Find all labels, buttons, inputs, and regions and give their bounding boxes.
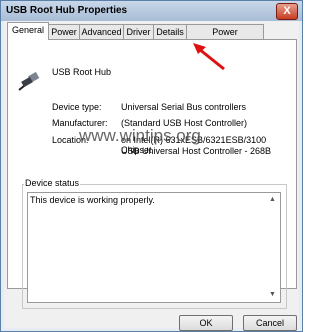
scroll-down-arrow-icon[interactable]: ▼ xyxy=(267,290,278,300)
tab-general[interactable]: General xyxy=(7,22,49,40)
cancel-button[interactable]: Cancel xyxy=(243,315,297,331)
annotation-arrow-icon xyxy=(193,43,225,71)
title-bar[interactable]: USB Root Hub Properties X xyxy=(1,1,302,21)
scroll-up-arrow-icon[interactable]: ▲ xyxy=(267,195,278,205)
device-type-value: Universal Serial Bus controllers xyxy=(121,102,247,112)
properties-dialog: USB Root Hub Properties X General Power … xyxy=(0,0,303,332)
usb-plug-icon xyxy=(18,72,40,91)
tab-details[interactable]: Details xyxy=(153,24,187,39)
dialog-title: USB Root Hub Properties xyxy=(6,5,128,16)
location-value-line2: USB Universal Host Controller - 268B xyxy=(121,146,272,156)
general-tab-panel: USB Root Hub Device type: Universal Seri… xyxy=(7,39,297,309)
watermark: www.wintips.org xyxy=(79,126,201,145)
tab-power[interactable]: Power xyxy=(48,24,80,39)
device-status-label: Device status xyxy=(24,178,81,188)
dialog-client: General Power Advanced Driver Details Po… xyxy=(4,21,299,328)
tab-strip: General Power Advanced Driver Details Po… xyxy=(7,22,297,51)
device-type-label: Device type: xyxy=(52,102,102,112)
tab-power-management[interactable]: Power Management xyxy=(186,24,264,51)
device-name: USB Root Hub xyxy=(52,67,112,77)
device-status-textbox[interactable]: This device is working properly. ▲ ▼ xyxy=(27,192,281,303)
tab-advanced[interactable]: Advanced xyxy=(79,24,124,39)
device-status-text: This device is working properly. xyxy=(30,195,155,205)
ok-button[interactable]: OK xyxy=(179,315,233,331)
tab-driver[interactable]: Driver xyxy=(123,24,154,39)
close-button[interactable]: X xyxy=(276,3,298,20)
